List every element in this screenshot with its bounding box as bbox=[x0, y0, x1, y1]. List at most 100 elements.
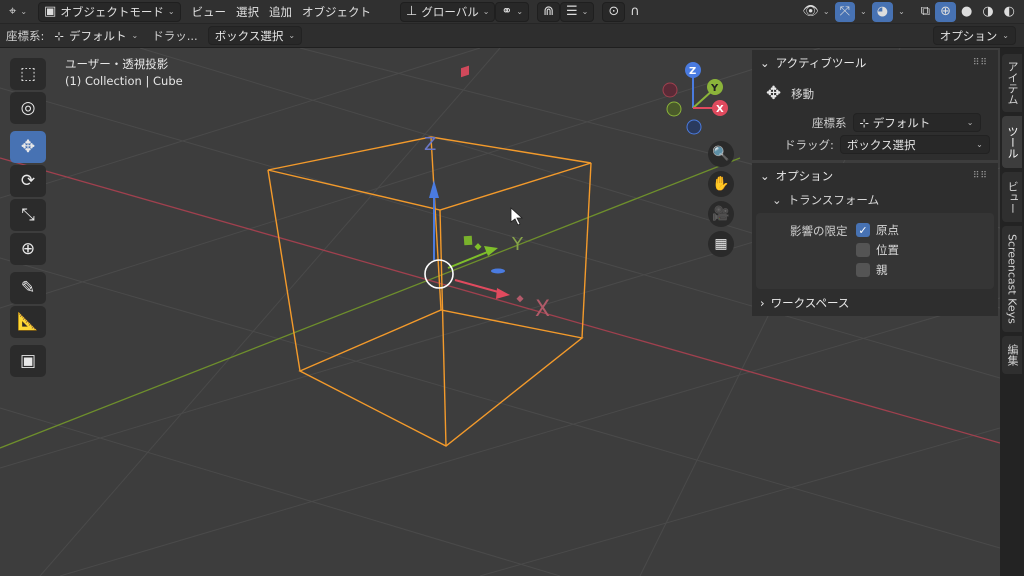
transform-orientation-dropdown[interactable]: ⊥ グローバル ⌄ bbox=[400, 1, 496, 22]
magnet-icon: ⋒ bbox=[543, 4, 554, 19]
options-dropdown[interactable]: オプション ⌄ bbox=[932, 26, 1016, 45]
visibility-dropdown[interactable]: 👁 ⌄ bbox=[797, 2, 834, 22]
scale-tool[interactable]: ⤡ bbox=[10, 199, 46, 231]
orientation-axes-icon: ⊹ bbox=[859, 115, 873, 130]
tab-view[interactable]: ビュー bbox=[1002, 172, 1022, 222]
workspace-header[interactable]: › ワークスペース bbox=[752, 290, 998, 316]
checkbox-unchecked-icon[interactable] bbox=[856, 243, 870, 257]
tab-tool[interactable]: ツール bbox=[1002, 116, 1022, 168]
drag-grip-icon[interactable]: ⠿⠿ bbox=[973, 171, 988, 181]
chevron-down-icon: ⌄ bbox=[20, 7, 28, 16]
sidebar-panel: ⌄ アクティブツール ⠿⠿ ✥ 移動 座標系 ⊹ デフォルト ⌄ ドラッグ: ボ… bbox=[752, 48, 1000, 576]
navigation-gizmo[interactable]: Z Y X bbox=[662, 62, 728, 135]
drag-setting-dropdown[interactable]: ボックス選択 ⌄ bbox=[207, 26, 303, 45]
rotate-tool[interactable]: ⟳ bbox=[10, 165, 46, 197]
nav-x-label: X bbox=[716, 104, 724, 115]
checkbox-origins[interactable]: ✓ 原点 bbox=[856, 222, 899, 238]
menu-object[interactable]: オブジェクト bbox=[297, 2, 376, 22]
scale-icon: ⤡ bbox=[21, 205, 35, 225]
checkbox-parents[interactable]: 親 bbox=[856, 262, 888, 278]
shading-rendered-button[interactable]: ◐ bbox=[999, 2, 1020, 22]
cursor-icon: ◎ bbox=[20, 98, 36, 118]
cursor-tool[interactable]: ◎ bbox=[10, 92, 46, 124]
y-axis-letter: Y bbox=[511, 234, 524, 255]
gizmo-icon: ⤧ bbox=[839, 4, 851, 19]
add-cube-tool[interactable]: ▣ bbox=[10, 345, 46, 377]
options-header[interactable]: ⌄ オプション ⠿⠿ bbox=[752, 163, 998, 189]
drag-setting-label: ドラッ... bbox=[152, 28, 198, 43]
active-tool-name: 移動 bbox=[791, 86, 815, 101]
checkbox-unchecked-icon[interactable] bbox=[856, 263, 870, 277]
tool-shelf: ⬚ ◎ ✥ ⟳ ⤡ ⊕ ✎ 📐 ▣ bbox=[9, 58, 47, 379]
gizmo-toggle[interactable]: ⤧ bbox=[834, 1, 856, 22]
ortho-toggle-button[interactable]: ▦ bbox=[708, 231, 734, 257]
active-tool-header[interactable]: ⌄ アクティブツール ⠿⠿ bbox=[752, 50, 998, 76]
object-info: (1) Collection | Cube bbox=[65, 74, 183, 88]
view-name: ユーザー・透視投影 bbox=[65, 57, 169, 71]
falloff-curve-icon: ∩ bbox=[630, 4, 640, 19]
move-gizmo[interactable] bbox=[424, 65, 524, 303]
cube-wireframe[interactable] bbox=[267, 136, 592, 447]
xray-toggle[interactable]: ⧉ bbox=[916, 2, 935, 22]
chevron-down-icon: ⌄ bbox=[898, 7, 905, 16]
move-icon: ✥ bbox=[766, 83, 782, 104]
editor-type-button[interactable]: ⌖ ⌄ bbox=[4, 2, 32, 22]
options-label: オプション bbox=[939, 28, 998, 43]
checkbox-checked-icon[interactable]: ✓ bbox=[856, 223, 870, 237]
xray-icon: ⧉ bbox=[920, 4, 931, 19]
options-title: オプション bbox=[775, 169, 834, 183]
select-box-tool[interactable]: ⬚ bbox=[10, 58, 46, 90]
tab-item[interactable]: アイテム bbox=[1002, 54, 1022, 112]
y-axis-line bbox=[0, 157, 741, 449]
proportional-edit-icon: ⊙ bbox=[608, 4, 620, 19]
gizmo-dropdown[interactable]: ⌄ bbox=[855, 2, 872, 22]
chevron-down-icon: ⌄ bbox=[482, 7, 490, 16]
orientation-setting-dropdown[interactable]: ⊹ デフォルト ⌄ bbox=[48, 26, 144, 45]
nav-z-label: Z bbox=[689, 66, 696, 77]
shading-wireframe-button[interactable]: ⊕ bbox=[935, 1, 956, 22]
menu-select[interactable]: 選択 bbox=[231, 2, 264, 22]
active-tool-drag-dropdown[interactable]: ボックス選択 ⌄ bbox=[839, 135, 990, 154]
menu-view[interactable]: ビュー bbox=[187, 2, 232, 22]
checkbox-locations[interactable]: 位置 bbox=[856, 242, 899, 258]
chevron-down-icon: ⌄ bbox=[772, 193, 782, 207]
measure-tool[interactable]: 📐 bbox=[10, 306, 46, 338]
chevron-down-icon: ⌄ bbox=[760, 169, 770, 183]
annotate-icon: ✎ bbox=[20, 278, 36, 298]
overlays-dropdown[interactable]: ⌄ bbox=[893, 2, 910, 22]
proportional-falloff-dropdown[interactable]: ∩ bbox=[625, 2, 645, 22]
tab-screencast-keys[interactable]: Screencast Keys bbox=[1002, 226, 1022, 332]
mode-dropdown[interactable]: ▣ オブジェクトモード ⌄ bbox=[38, 1, 181, 22]
zoom-icon: 🔍 bbox=[712, 146, 730, 162]
shading-material-button[interactable]: ◑ bbox=[977, 2, 998, 22]
orientation-icon: ⊥ bbox=[406, 4, 418, 19]
active-tool-orientation-dropdown[interactable]: ⊹ デフォルト ⌄ bbox=[852, 113, 981, 132]
chevron-down-icon: ⌄ bbox=[581, 7, 589, 16]
drag-grip-icon[interactable]: ⠿⠿ bbox=[973, 58, 988, 68]
measure-icon: 📐 bbox=[17, 312, 39, 332]
transform-subheader[interactable]: ⌄ トランスフォーム bbox=[772, 192, 879, 208]
overlays-toggle[interactable]: ◕ bbox=[871, 1, 894, 22]
pivot-point-dropdown[interactable]: ⚭ ⌄ bbox=[495, 1, 530, 22]
chevron-down-icon: ⌄ bbox=[288, 31, 296, 40]
annotate-tool[interactable]: ✎ bbox=[10, 272, 46, 304]
object-mode-icon: ▣ bbox=[44, 4, 57, 19]
move-tool[interactable]: ✥ bbox=[10, 131, 46, 163]
snap-target-dropdown[interactable]: ☰ ⌄ bbox=[559, 1, 595, 22]
chevron-down-icon: ⌄ bbox=[966, 118, 974, 127]
proportional-edit-toggle[interactable]: ⊙ bbox=[602, 1, 626, 22]
zoom-button[interactable]: 🔍 bbox=[708, 141, 734, 167]
pan-button[interactable]: ✋ bbox=[708, 171, 734, 197]
tab-edit[interactable]: 編集 bbox=[1002, 336, 1022, 374]
tool-settings-bar: 座標系: ⊹ デフォルト ⌄ ドラッ... ボックス選択 ⌄ オプション ⌄ bbox=[0, 24, 1024, 48]
transform-tool[interactable]: ⊕ bbox=[10, 233, 46, 265]
solid-sphere-icon: ● bbox=[960, 4, 973, 19]
orientation-axes-icon: ⊹ bbox=[54, 28, 65, 43]
shading-solid-button[interactable]: ● bbox=[956, 2, 977, 22]
orientation-setting-value: デフォルト bbox=[69, 28, 127, 43]
chevron-down-icon: ⌄ bbox=[860, 7, 867, 16]
camera-icon: 🎥 bbox=[712, 206, 730, 222]
camera-view-button[interactable]: 🎥 bbox=[708, 201, 734, 227]
menu-add[interactable]: 追加 bbox=[264, 2, 297, 22]
snap-toggle[interactable]: ⋒ bbox=[537, 1, 560, 22]
